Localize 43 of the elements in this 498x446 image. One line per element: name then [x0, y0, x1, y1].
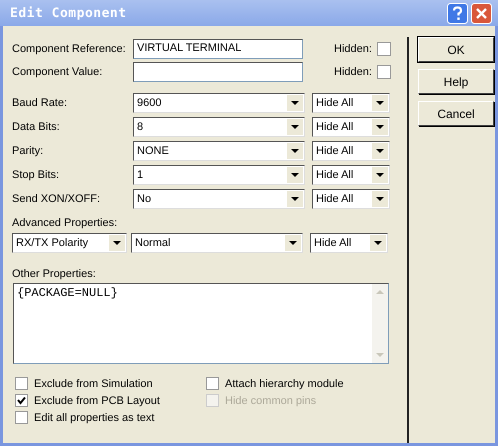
value-dropdown[interactable]: 8: [133, 117, 305, 137]
text-field[interactable]: [133, 62, 303, 82]
section-label: Other Properties:: [12, 268, 97, 282]
visibility-dropdown[interactable]: Hide All: [312, 141, 390, 161]
value-dropdown[interactable]: No: [133, 189, 305, 209]
visibility-dropdown[interactable]: Hide All: [310, 233, 388, 253]
hidden-label: Hidden:: [334, 66, 373, 78]
help-icon[interactable]: [447, 2, 468, 24]
property-label: Stop Bits:: [12, 169, 60, 181]
hidden-checkbox[interactable]: [377, 42, 391, 56]
property-label: Parity:: [12, 145, 44, 157]
hidden-checkbox[interactable]: [377, 64, 391, 78]
checkbox-label: Exclude from PCB Layout: [34, 394, 160, 406]
checkbox-label: Edit all properties as text: [34, 412, 154, 424]
property-label: Data Bits:: [12, 121, 61, 133]
dialog-button[interactable]: OK: [418, 37, 494, 62]
checkbox[interactable]: [15, 394, 28, 407]
dialog-button[interactable]: Cancel: [418, 101, 494, 126]
checkbox[interactable]: [15, 411, 28, 424]
window-title: Edit Component: [10, 6, 128, 20]
dialog-button[interactable]: Help: [418, 69, 494, 94]
value-dropdown[interactable]: 9600: [133, 93, 305, 113]
field-label: Component Value:: [12, 66, 104, 78]
value-dropdown[interactable]: 1: [133, 165, 305, 185]
checkbox[interactable]: [15, 377, 28, 390]
visibility-dropdown[interactable]: Hide All: [312, 189, 390, 209]
hidden-label: Hidden:: [334, 42, 373, 54]
close-icon[interactable]: [471, 2, 492, 24]
visibility-dropdown[interactable]: Hide All: [312, 117, 390, 137]
value-dropdown[interactable]: NONE: [133, 141, 305, 161]
value-dropdown[interactable]: Normal: [131, 233, 303, 253]
visibility-dropdown[interactable]: Hide All: [312, 165, 390, 185]
property-label: Send XON/XOFF:: [12, 193, 102, 205]
checkbox-label: Exclude from Simulation: [34, 378, 153, 390]
checkbox-label: Attach hierarchy module: [225, 378, 344, 390]
property-label: Baud Rate:: [12, 97, 68, 109]
property-dropdown[interactable]: RX/TX Polarity: [12, 233, 127, 253]
checkbox[interactable]: [206, 377, 219, 390]
field-label: Component Reference:: [12, 42, 127, 54]
text-field[interactable]: VIRTUAL TERMINAL: [133, 38, 303, 58]
section-label: Advanced Properties:: [12, 217, 118, 231]
checkbox-label: Hide common pins: [225, 394, 316, 406]
visibility-dropdown[interactable]: Hide All: [312, 93, 390, 113]
